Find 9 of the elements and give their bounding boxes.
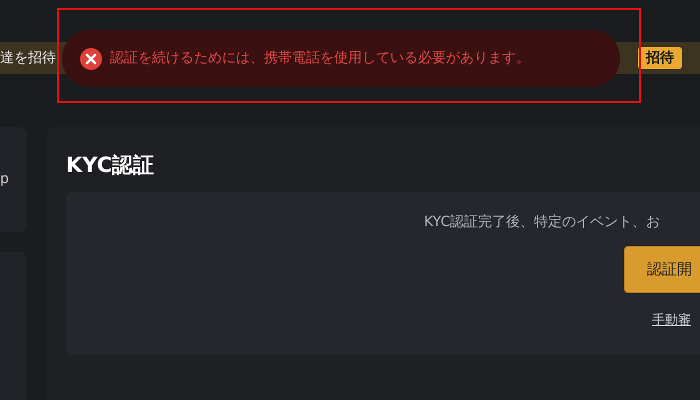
sidebar-text: p (0, 170, 9, 189)
start-verification-button[interactable]: 認証開 (624, 246, 700, 293)
invite-button[interactable]: 招待 (638, 47, 682, 69)
kyc-title: KYC認証 (66, 153, 156, 178)
banner-text: 達を招待 (0, 48, 56, 68)
error-icon (80, 48, 102, 70)
manual-review-link[interactable]: 手動審 (652, 310, 691, 330)
toast-message: 認証を続けるためには、携帯電話を使用している必要があります。 (110, 49, 530, 68)
kyc-description: KYC認証完了後、特定のイベント、お (424, 213, 660, 232)
